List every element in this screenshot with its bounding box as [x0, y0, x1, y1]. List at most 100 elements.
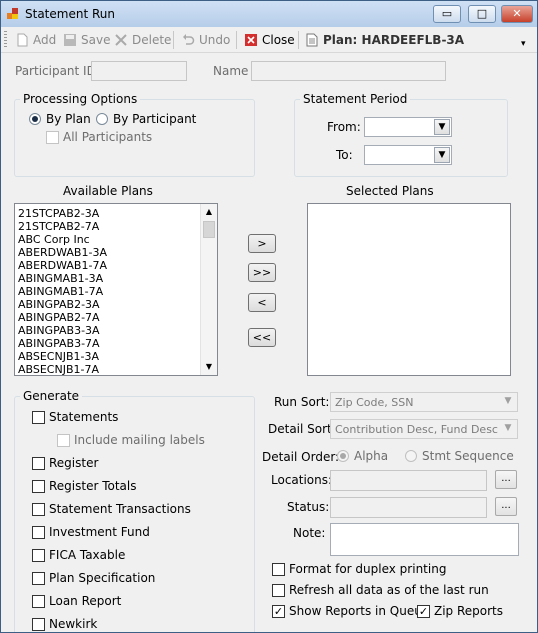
to-date-picker[interactable]: ▼: [364, 145, 452, 165]
remove-selected-button[interactable]: <: [248, 293, 276, 312]
close-button[interactable]: Close: [244, 31, 295, 48]
chevron-down-icon[interactable]: ▼: [500, 394, 516, 410]
scroll-up-icon[interactable]: ▲: [201, 205, 217, 219]
name-field[interactable]: [251, 61, 446, 81]
chevron-down-icon[interactable]: ▼: [434, 147, 450, 163]
available-plans-list[interactable]: 21STCPAB2-3A 21STCPAB2-7A ABC Corp Inc A…: [14, 203, 218, 376]
plan-document-icon: [306, 33, 318, 46]
toolbar-overflow-button[interactable]: ▾: [521, 35, 526, 52]
include-mailing-labels-label: Include mailing labels: [74, 433, 205, 447]
list-item[interactable]: 21STCPAB2-3A: [18, 207, 99, 220]
list-item[interactable]: 21STCPAB2-7A: [18, 220, 99, 233]
zip-reports-checkbox[interactable]: ✓: [417, 605, 430, 618]
list-item[interactable]: ABINGPAB2-7A: [18, 311, 100, 324]
selected-plans-label: Selected Plans: [346, 184, 434, 198]
add-all-button[interactable]: >>: [248, 263, 276, 282]
generate-title: Generate: [20, 389, 83, 403]
toolbar-separator: [236, 31, 237, 49]
chevron-down-icon[interactable]: ▼: [434, 119, 450, 135]
statements-checkbox[interactable]: [32, 411, 45, 424]
register-totals-checkbox[interactable]: [32, 480, 45, 493]
alpha-label: Alpha: [354, 449, 389, 463]
list-item[interactable]: ABERDWAB1-7A: [18, 259, 107, 272]
by-participant-radio[interactable]: [96, 113, 108, 125]
participant-id-field[interactable]: [91, 61, 187, 81]
delete-label: Delete: [132, 32, 172, 47]
vertical-scrollbar[interactable]: ▲ ▼: [200, 204, 217, 375]
close-window-button[interactable]: ✕: [501, 5, 533, 23]
remove-all-button[interactable]: <<: [248, 328, 276, 347]
participant-id-label: Participant ID: [15, 64, 96, 78]
by-participant-label: By Participant: [113, 112, 197, 126]
loan-report-label: Loan Report: [49, 594, 122, 608]
all-participants-checkbox[interactable]: [46, 131, 59, 144]
stmt-sequence-radio[interactable]: [405, 450, 417, 462]
zip-reports-label: Zip Reports: [434, 604, 504, 618]
statement-transactions-checkbox[interactable]: [32, 503, 45, 516]
add-document-icon: [17, 33, 28, 46]
loan-report-checkbox[interactable]: [32, 595, 45, 608]
toolbar: Add Save Delete Undo Close Plan: HARDEEF…: [1, 27, 537, 53]
list-item[interactable]: ABSECNJB1-3A: [18, 350, 99, 363]
maximize-button[interactable]: □: [468, 5, 496, 23]
list-item[interactable]: ABINGPAB3-3A: [18, 324, 100, 337]
fica-taxable-label: FICA Taxable: [49, 548, 126, 562]
scroll-thumb[interactable]: [203, 221, 215, 238]
statement-period-title: Statement Period: [300, 92, 411, 106]
plan-specification-checkbox[interactable]: [32, 572, 45, 585]
duplex-checkbox[interactable]: [272, 563, 285, 576]
app-icon: [7, 8, 18, 19]
include-mailing-labels-checkbox[interactable]: [57, 434, 70, 447]
fica-taxable-checkbox[interactable]: [32, 549, 45, 562]
alpha-radio[interactable]: [337, 450, 349, 462]
stmt-sequence-label: Stmt Sequence: [422, 449, 514, 463]
add-label: Add: [33, 32, 57, 47]
add-selected-button[interactable]: >: [248, 234, 276, 253]
register-checkbox[interactable]: [32, 457, 45, 470]
window-title: Statement Run: [25, 7, 115, 21]
plan-indicator: Plan: HARDEEFLB-3A: [305, 31, 464, 48]
detail-sort-dropdown[interactable]: Contribution Desc, Fund Desc ▼: [330, 419, 518, 439]
status-browse-button[interactable]: ...: [495, 497, 517, 516]
toolbar-grip[interactable]: [4, 31, 7, 48]
by-plan-label: By Plan: [46, 112, 91, 126]
list-item[interactable]: ABC Corp Inc: [18, 233, 90, 246]
list-item[interactable]: ABINGMAB1-7A: [18, 285, 103, 298]
locations-browse-button[interactable]: ...: [495, 470, 517, 489]
investment-fund-checkbox[interactable]: [32, 526, 45, 539]
name-label: Name: [213, 64, 249, 78]
list-item[interactable]: ABSECNJB1-7A: [18, 363, 99, 375]
newkirk-label: Newkirk: [49, 617, 98, 631]
note-textarea[interactable]: [330, 523, 519, 556]
list-item[interactable]: ABERDWAB1-3A: [18, 246, 107, 259]
add-button[interactable]: Add: [15, 31, 56, 48]
newkirk-checkbox[interactable]: [32, 618, 45, 631]
refresh-checkbox[interactable]: [272, 584, 285, 597]
statements-label: Statements: [49, 410, 119, 424]
to-label: To:: [336, 148, 353, 162]
statement-run-window: Statement Run ▭ □ ✕ Add Save Delete Undo…: [0, 0, 538, 633]
toolbar-separator: [298, 31, 299, 49]
duplex-label: Format for duplex printing: [289, 562, 447, 576]
from-date-picker[interactable]: ▼: [364, 117, 452, 137]
close-icon: [245, 33, 257, 46]
locations-label: Locations:: [271, 473, 333, 487]
chevron-down-icon[interactable]: ▼: [500, 421, 516, 437]
show-reports-checkbox[interactable]: ✓: [272, 605, 285, 618]
save-button[interactable]: Save: [63, 31, 110, 48]
minimize-button[interactable]: ▭: [433, 5, 461, 23]
run-sort-dropdown[interactable]: Zip Code, SSN ▼: [330, 392, 518, 412]
save-icon: [64, 33, 76, 46]
scroll-down-icon[interactable]: ▼: [201, 360, 217, 374]
register-label: Register: [49, 456, 99, 470]
locations-field[interactable]: [330, 470, 487, 491]
delete-button[interactable]: Delete: [114, 31, 171, 48]
status-field[interactable]: [330, 497, 487, 518]
undo-button[interactable]: Undo: [181, 31, 230, 48]
by-plan-radio[interactable]: [29, 113, 41, 125]
list-item[interactable]: ABINGPAB3-7A: [18, 337, 100, 350]
title-bar[interactable]: Statement Run ▭ □ ✕: [1, 1, 537, 27]
list-item[interactable]: ABINGPAB2-3A: [18, 298, 100, 311]
list-item[interactable]: ABINGMAB1-3A: [18, 272, 103, 285]
selected-plans-list[interactable]: [307, 203, 511, 376]
